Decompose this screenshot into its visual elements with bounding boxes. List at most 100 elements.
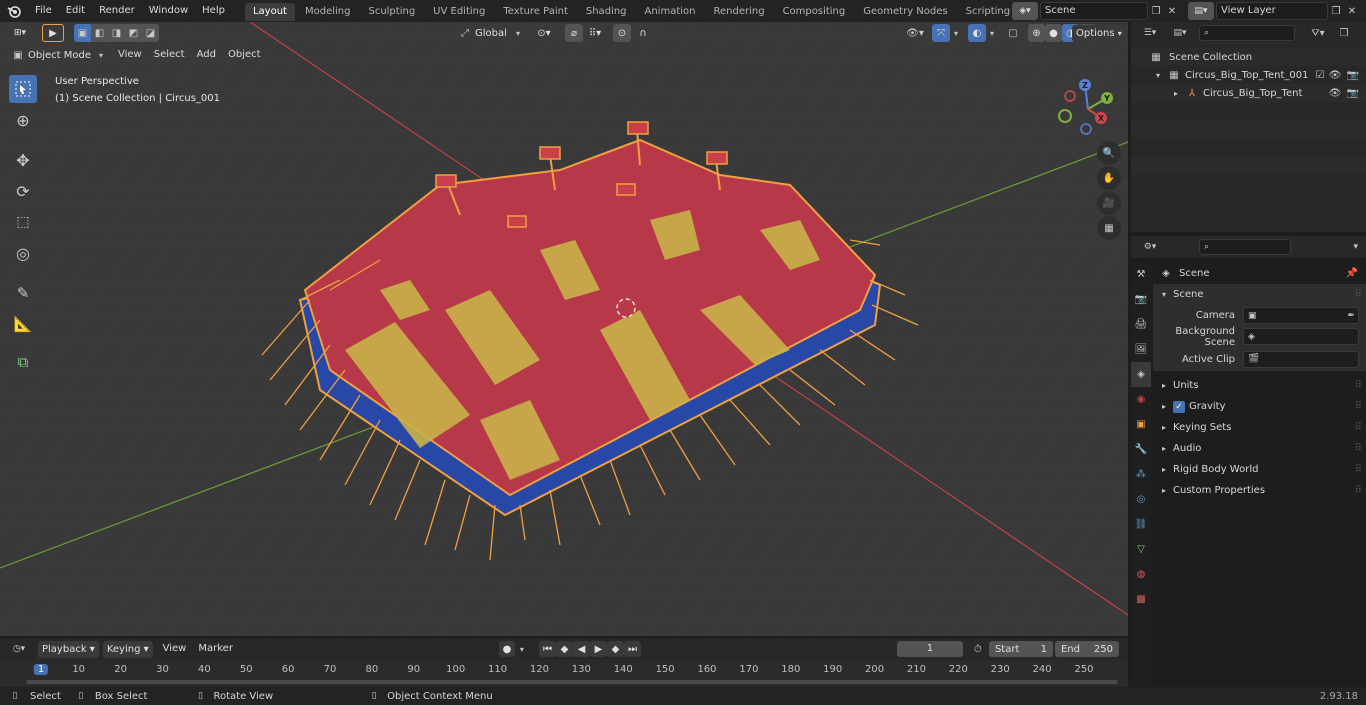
scale-tool[interactable]: ⬚ (9, 208, 37, 236)
properties-options-icon[interactable]: ▾ (1353, 242, 1358, 252)
jump-start-icon[interactable]: ⏮ (538, 641, 556, 657)
menu-window[interactable]: Window (142, 0, 195, 22)
current-frame-field[interactable]: 1 (896, 641, 963, 657)
xray-toggle-icon[interactable]: ▢ (1004, 24, 1022, 42)
drag-handle-icon[interactable]: ⠿ (1355, 422, 1362, 433)
tab-constraints[interactable]: ⛓ (1131, 512, 1151, 537)
properties-editor-icon[interactable]: ⚙▾ (1137, 242, 1163, 252)
start-frame-field[interactable]: Start 1 (988, 641, 1053, 657)
play-icon[interactable]: ▶ (589, 641, 607, 657)
gizmo-neg-y-icon[interactable] (1058, 109, 1072, 123)
outliner-row-scene-collection[interactable]: ▦ Scene Collection (1131, 48, 1366, 66)
active-clip-field[interactable]: 🎬 (1243, 350, 1359, 368)
tab-modifiers[interactable]: 🔧 (1131, 437, 1151, 462)
panel-audio[interactable]: ▸ Audio ⠿ (1153, 438, 1366, 459)
transform-orientation-dropdown[interactable]: ⤢ Global ▾ (455, 24, 523, 42)
tab-scene[interactable]: ◈ (1131, 362, 1151, 387)
end-frame-field[interactable]: End 250 (1054, 641, 1119, 657)
tab-shading[interactable]: Shading (578, 3, 635, 21)
new-collection-icon[interactable]: ❐ (1335, 28, 1353, 39)
scene-name-field[interactable]: Scene (1040, 2, 1148, 20)
select-subtract-icon[interactable]: ◨ (108, 24, 125, 42)
filter-icon[interactable]: ⛛▾ (1307, 28, 1329, 39)
drag-handle-icon[interactable]: ⠿ (1355, 485, 1362, 496)
outliner-row-tent-collection[interactable]: ▾ ▦ Circus_Big_Top_Tent_001 ☑ 👁 📷 (1131, 66, 1366, 84)
3d-viewport[interactable] (0, 22, 1128, 636)
auto-key-dropdown-icon[interactable]: ▾ (515, 645, 529, 654)
menu-file[interactable]: File (28, 0, 59, 22)
scene-delete-icon[interactable]: ✕ (1164, 2, 1180, 20)
gizmo-neg-x-icon[interactable] (1064, 90, 1076, 102)
select-new-icon[interactable]: ▣ (74, 24, 91, 42)
menu-help[interactable]: Help (195, 0, 232, 22)
viewport-menu-add[interactable]: Add (191, 45, 222, 65)
view-layer-type-icon[interactable]: ▤▾ (1188, 2, 1214, 20)
expand-arrow-icon[interactable]: ▸ (1171, 89, 1181, 98)
tab-texture[interactable]: ▩ (1131, 587, 1151, 612)
outliner-row-tent-object[interactable]: ▸ ⅄ Circus_Big_Top_Tent 👁 📷 (1131, 84, 1366, 102)
select-extend-icon[interactable]: ◧ (91, 24, 108, 42)
tab-world[interactable]: ◉ (1131, 387, 1151, 412)
cursor-tool[interactable]: ⊕ (9, 106, 37, 134)
options-dropdown[interactable]: Options ▾ (1072, 25, 1124, 42)
background-scene-field[interactable]: ◈ (1243, 328, 1359, 345)
panel-gravity[interactable]: ▸ ✓ Gravity ⠿ (1153, 396, 1366, 417)
menu-render[interactable]: Render (92, 0, 142, 22)
eye-icon[interactable]: 👁 (1326, 88, 1344, 99)
tab-compositing[interactable]: Compositing (775, 3, 854, 21)
select-intersect-icon[interactable]: ◪ (142, 24, 159, 42)
tab-uv-editing[interactable]: UV Editing (425, 3, 493, 21)
scene-type-icon[interactable]: ◈▾ (1012, 2, 1038, 20)
pivot-point-icon[interactable]: ⊙▾ (531, 24, 557, 42)
drag-handle-icon[interactable]: ⠿ (1355, 464, 1362, 475)
tab-texture-paint[interactable]: Texture Paint (495, 3, 576, 21)
tab-tool[interactable]: ⚒ (1131, 262, 1151, 287)
properties-search[interactable]: ⌕ (1199, 239, 1291, 255)
measure-tool[interactable]: 📐 (9, 310, 37, 338)
tab-output[interactable]: 🖨 (1131, 312, 1151, 337)
camera-field[interactable]: ▣ ✒ (1243, 307, 1359, 324)
add-cube-tool[interactable]: ⧉ (9, 348, 37, 376)
annotate-tool[interactable]: ✎ (9, 279, 37, 307)
exclude-checkbox-icon[interactable]: ☑ (1314, 70, 1326, 81)
drag-handle-icon[interactable]: ⠿ (1355, 443, 1362, 454)
drag-handle-icon[interactable]: ⠿ (1355, 289, 1362, 300)
next-keyframe-icon[interactable]: ◆ (606, 641, 624, 657)
gravity-checkbox[interactable]: ✓ (1173, 400, 1185, 413)
camera-view-icon[interactable]: 🎥 (1097, 191, 1121, 215)
shading-solid-icon[interactable]: ● (1045, 24, 1062, 42)
proportional-edit-icon[interactable]: ⊙ (613, 24, 631, 42)
timeline-scrollbar[interactable] (26, 680, 1118, 684)
panel-custom-properties[interactable]: ▸ Custom Properties ⠿ (1153, 480, 1366, 501)
outliner-search[interactable]: ⌕ (1199, 25, 1295, 41)
tab-geometry-nodes[interactable]: Geometry Nodes (855, 3, 955, 21)
timeline-editor-icon[interactable]: ◷▾ (6, 644, 32, 654)
playback-menu[interactable]: Playback ▾ (38, 640, 99, 658)
tab-physics[interactable]: ◎ (1131, 487, 1151, 512)
tweak-tool-icon[interactable]: ▶ (42, 24, 64, 42)
pin-icon[interactable]: 📌 (1346, 268, 1358, 279)
view-layer-delete-icon[interactable]: ✕ (1344, 2, 1360, 20)
tab-animation[interactable]: Animation (637, 3, 704, 21)
overlays-dropdown-icon[interactable]: ▾ (986, 24, 998, 42)
prev-keyframe-icon[interactable]: ◆ (555, 641, 573, 657)
menu-edit[interactable]: Edit (59, 0, 92, 22)
snap-target-icon[interactable]: ⠿▾ (585, 24, 605, 42)
view-layer-field[interactable]: View Layer (1216, 2, 1328, 20)
tab-modeling[interactable]: Modeling (297, 3, 359, 21)
viewport-menu-select[interactable]: Select (148, 45, 191, 65)
snap-toggle-icon[interactable]: ⌀ (565, 24, 583, 42)
stopwatch-icon[interactable]: ⏱ (971, 644, 985, 655)
display-mode-icon[interactable]: ▤▾ (1167, 28, 1193, 38)
view-layer-copy-icon[interactable]: ❐ (1328, 2, 1344, 20)
move-tool[interactable]: ✥ (9, 146, 37, 174)
timeline-menu-view[interactable]: View (157, 639, 193, 659)
tab-view-layer[interactable]: 🖼 (1131, 337, 1151, 362)
pan-hand-icon[interactable]: ✋ (1097, 166, 1121, 190)
transform-tool[interactable]: ◎ (9, 239, 37, 267)
tab-particles[interactable]: ⁂ (1131, 462, 1151, 487)
viewport-menu-view[interactable]: View (112, 45, 148, 65)
gizmo-dropdown-icon[interactable]: ▾ (950, 24, 962, 42)
tab-scripting[interactable]: Scripting (958, 3, 1018, 21)
perspective-toggle-icon[interactable]: ▦ (1097, 216, 1121, 240)
